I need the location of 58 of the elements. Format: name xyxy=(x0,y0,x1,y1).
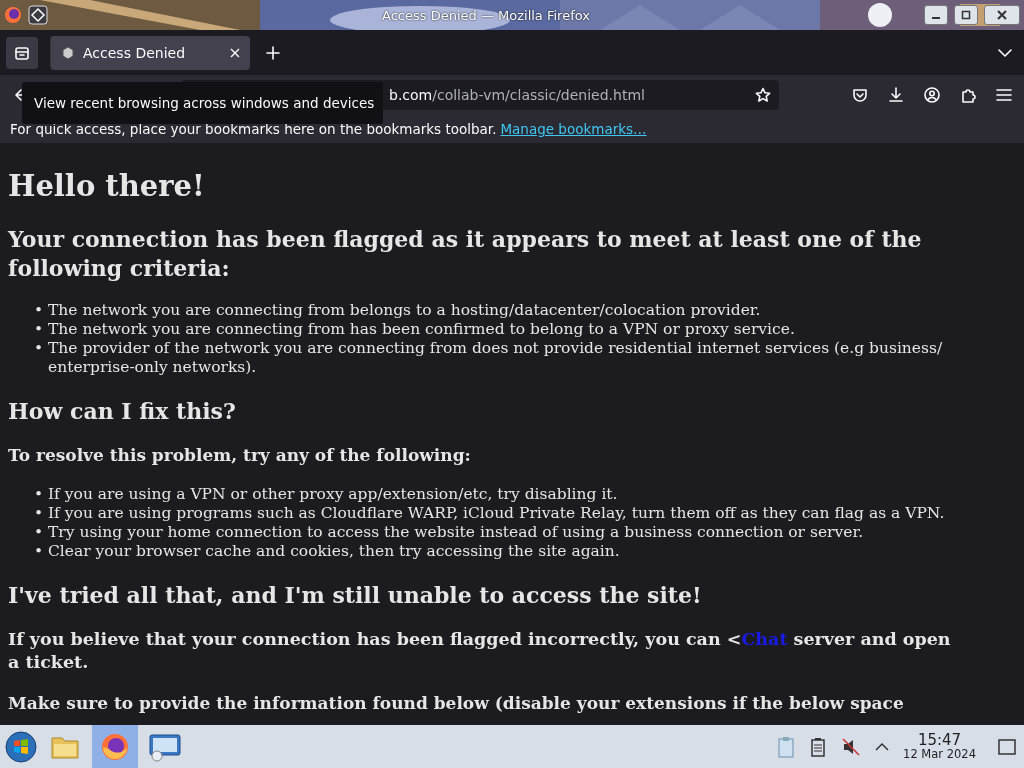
firefox-icon xyxy=(100,731,130,762)
star-icon[interactable] xyxy=(755,87,771,103)
list-item: The provider of the network you are connecting from does not provide residential internet services (e.g business/ enterprise-only networks). xyxy=(48,339,944,377)
start-button[interactable] xyxy=(4,729,38,764)
bullet: • xyxy=(34,301,45,320)
new-tab-icon[interactable] xyxy=(266,45,280,60)
clock-date: 12 Mar 2024 xyxy=(903,748,976,762)
manage-bookmarks-link[interactable]: Manage bookmarks… xyxy=(500,121,647,137)
muted-speaker-icon[interactable] xyxy=(841,736,862,757)
list-item: Clear your browser cache and cookies, then try accessing the site again. xyxy=(48,542,620,561)
taskbar-app[interactable] xyxy=(92,725,138,768)
subheading: Make sure to provide the information found below (disable your extensions if the below space xyxy=(8,692,905,715)
battery-icon[interactable] xyxy=(809,736,828,757)
list-item: If you are using a VPN or other proxy app/extension/etc, try disabling it. xyxy=(48,485,618,504)
chevron-down-icon[interactable] xyxy=(998,47,1012,58)
bullet: • xyxy=(34,485,45,504)
close-icon xyxy=(997,10,1007,20)
show-desktop-icon[interactable] xyxy=(998,738,1016,755)
minimize-icon xyxy=(932,17,940,19)
tab-list-icon xyxy=(14,44,30,61)
close-button[interactable] xyxy=(984,5,1020,25)
list-item: The network you are connecting from has been confirmed to belong to a VPN or proxy service. xyxy=(48,320,795,339)
maximize-icon xyxy=(961,10,971,20)
firefox-icon[interactable] xyxy=(4,6,22,24)
download-icon[interactable] xyxy=(888,87,904,103)
bullet: • xyxy=(34,542,45,561)
clock-time: 15:47 xyxy=(917,731,962,749)
browser-tab[interactable]: Access Denied xyxy=(50,35,250,70)
minimize-button[interactable] xyxy=(924,5,948,25)
account-icon[interactable] xyxy=(924,87,940,103)
pocket-icon[interactable] xyxy=(852,87,868,103)
url-text: b.com/collab-vm/classic/denied.html xyxy=(389,87,645,103)
bullet: • xyxy=(34,523,45,542)
puzzle-icon[interactable] xyxy=(960,87,976,103)
maximize-button[interactable] xyxy=(954,5,978,25)
tab-list-button[interactable] xyxy=(6,36,38,69)
subheading: To resolve this problem, try any of the following: xyxy=(8,444,472,467)
menu-icon[interactable] xyxy=(996,88,1012,102)
clipboard-icon[interactable] xyxy=(777,735,796,758)
list-item: Try using your home connection to access the website instead of using a business connection or server. xyxy=(48,523,864,542)
list-item: The network you are connecting from belongs to a hosting/datacenter/colocation provider. xyxy=(48,301,761,320)
chevron-up-icon[interactable] xyxy=(875,741,890,752)
close-icon[interactable] xyxy=(230,47,240,58)
bullet: • xyxy=(34,339,45,358)
bookmarks-hint: For quick access, place your bookmarks here on the bookmarks toolbar. xyxy=(10,121,497,137)
subheading: If you believe that your connection has been flagged incorrectly, you can <Chat server and open a ticket. xyxy=(8,628,952,674)
list-item: If you are using programs such as Cloudflare WARP, iCloud Private Relay, turn them off as they can flag as a VPN. xyxy=(48,504,945,523)
tooltip: View recent browsing across windows and devices xyxy=(22,82,383,124)
section-heading: How can I fix this? xyxy=(8,397,237,426)
window-menu-icon[interactable] xyxy=(28,5,48,25)
window-title: Access Denied — Mozilla Firefox xyxy=(381,7,591,23)
section-heading: I've tried all that, and I'm still unable to access the site! xyxy=(8,581,703,610)
bullet: • xyxy=(34,320,45,339)
section-heading: Your connection has been flagged as it appears to meet at least one of the following criteria: xyxy=(8,225,923,283)
bullet: • xyxy=(34,504,45,523)
tab-icon xyxy=(61,45,75,60)
page-heading: Hello there! xyxy=(8,169,206,203)
monitor-icon xyxy=(148,731,182,762)
